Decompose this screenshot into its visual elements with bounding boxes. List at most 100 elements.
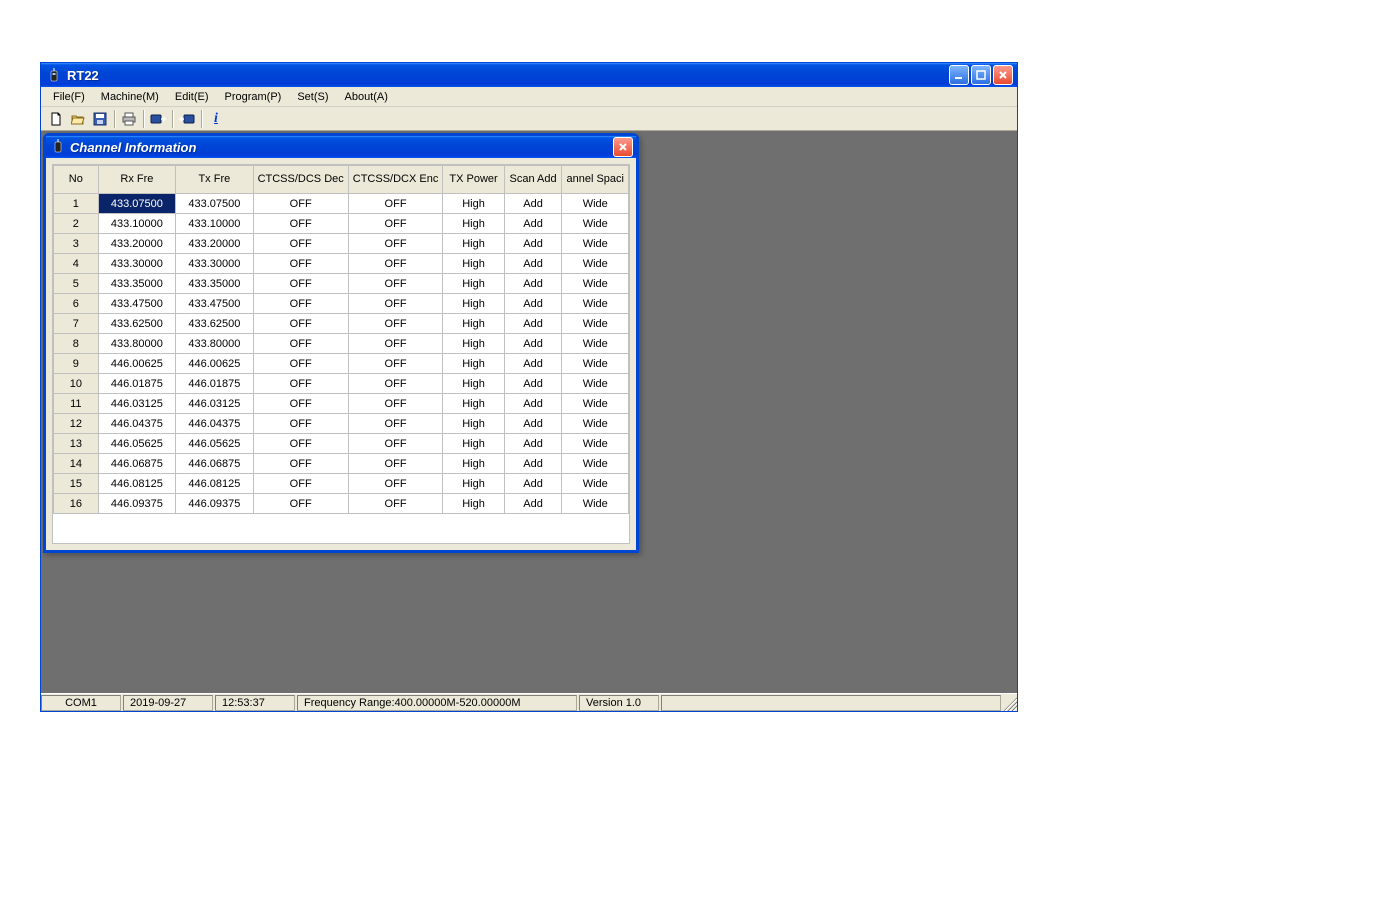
child-title-bar[interactable]: Channel Information <box>46 136 636 158</box>
read-from-radio-icon[interactable] <box>147 109 169 129</box>
cell-rx-fre[interactable]: 446.00625 <box>98 354 175 374</box>
cell-scan-add[interactable]: Add <box>504 254 562 274</box>
cell-channel-spacing[interactable]: Wide <box>562 234 629 254</box>
cell-ctcss-enc[interactable]: OFF <box>348 494 443 514</box>
cell-ctcss-enc[interactable]: OFF <box>348 454 443 474</box>
cell-channel-spacing[interactable]: Wide <box>562 414 629 434</box>
col-header-tx[interactable]: Tx Fre <box>176 166 253 194</box>
menu-set[interactable]: Set(S) <box>289 89 336 105</box>
cell-tx-fre[interactable]: 433.20000 <box>176 234 253 254</box>
row-number[interactable]: 10 <box>54 374 99 394</box>
cell-channel-spacing[interactable]: Wide <box>562 494 629 514</box>
table-row[interactable]: 12446.04375446.04375OFFOFFHighAddWide <box>54 414 629 434</box>
cell-rx-fre[interactable]: 433.35000 <box>98 274 175 294</box>
cell-ctcss-dec[interactable]: OFF <box>253 314 348 334</box>
table-row[interactable]: 1433.07500433.07500OFFOFFHighAddWide <box>54 194 629 214</box>
info-icon[interactable]: i <box>205 109 227 129</box>
cell-channel-spacing[interactable]: Wide <box>562 474 629 494</box>
row-number[interactable]: 7 <box>54 314 99 334</box>
print-icon[interactable] <box>118 109 140 129</box>
cell-tx-power[interactable]: High <box>443 354 504 374</box>
table-row[interactable]: 13446.05625446.05625OFFOFFHighAddWide <box>54 434 629 454</box>
cell-tx-fre[interactable]: 446.04375 <box>176 414 253 434</box>
cell-scan-add[interactable]: Add <box>504 394 562 414</box>
cell-tx-fre[interactable]: 446.05625 <box>176 434 253 454</box>
channel-grid-container[interactable]: No Rx Fre Tx Fre CTCSS/DCS Dec CTCSS/DCX… <box>52 164 630 544</box>
cell-ctcss-dec[interactable]: OFF <box>253 374 348 394</box>
child-close-button[interactable] <box>613 137 633 157</box>
table-row[interactable]: 15446.08125446.08125OFFOFFHighAddWide <box>54 474 629 494</box>
close-button[interactable] <box>993 65 1013 85</box>
cell-ctcss-dec[interactable]: OFF <box>253 294 348 314</box>
table-row[interactable]: 4433.30000433.30000OFFOFFHighAddWide <box>54 254 629 274</box>
cell-ctcss-dec[interactable]: OFF <box>253 234 348 254</box>
minimize-button[interactable] <box>949 65 969 85</box>
cell-tx-fre[interactable]: 446.08125 <box>176 474 253 494</box>
cell-tx-power[interactable]: High <box>443 474 504 494</box>
cell-tx-fre[interactable]: 446.00625 <box>176 354 253 374</box>
row-number[interactable]: 6 <box>54 294 99 314</box>
row-number[interactable]: 12 <box>54 414 99 434</box>
cell-ctcss-enc[interactable]: OFF <box>348 294 443 314</box>
cell-tx-fre[interactable]: 433.62500 <box>176 314 253 334</box>
menu-edit[interactable]: Edit(E) <box>167 89 217 105</box>
cell-ctcss-dec[interactable]: OFF <box>253 274 348 294</box>
cell-ctcss-dec[interactable]: OFF <box>253 474 348 494</box>
cell-ctcss-enc[interactable]: OFF <box>348 374 443 394</box>
write-to-radio-icon[interactable] <box>176 109 198 129</box>
cell-tx-power[interactable]: High <box>443 234 504 254</box>
table-row[interactable]: 2433.10000433.10000OFFOFFHighAddWide <box>54 214 629 234</box>
row-number[interactable]: 4 <box>54 254 99 274</box>
cell-ctcss-dec[interactable]: OFF <box>253 354 348 374</box>
channel-information-window[interactable]: Channel Information No Rx Fre Tx Fre CTC… <box>43 133 639 553</box>
cell-rx-fre[interactable]: 433.62500 <box>98 314 175 334</box>
cell-tx-fre[interactable]: 433.07500 <box>176 194 253 214</box>
cell-ctcss-dec[interactable]: OFF <box>253 414 348 434</box>
cell-rx-fre[interactable]: 446.09375 <box>98 494 175 514</box>
row-number[interactable]: 9 <box>54 354 99 374</box>
cell-tx-power[interactable]: High <box>443 454 504 474</box>
cell-tx-power[interactable]: High <box>443 274 504 294</box>
menu-machine[interactable]: Machine(M) <box>93 89 167 105</box>
cell-tx-fre[interactable]: 433.10000 <box>176 214 253 234</box>
cell-rx-fre[interactable]: 433.10000 <box>98 214 175 234</box>
cell-rx-fre[interactable]: 433.07500 <box>98 194 175 214</box>
row-number[interactable]: 8 <box>54 334 99 354</box>
table-row[interactable]: 3433.20000433.20000OFFOFFHighAddWide <box>54 234 629 254</box>
new-file-icon[interactable] <box>45 109 67 129</box>
cell-channel-spacing[interactable]: Wide <box>562 454 629 474</box>
cell-tx-fre[interactable]: 433.35000 <box>176 274 253 294</box>
row-number[interactable]: 5 <box>54 274 99 294</box>
cell-tx-power[interactable]: High <box>443 434 504 454</box>
cell-scan-add[interactable]: Add <box>504 274 562 294</box>
cell-tx-fre[interactable]: 433.30000 <box>176 254 253 274</box>
cell-tx-fre[interactable]: 433.80000 <box>176 334 253 354</box>
cell-ctcss-enc[interactable]: OFF <box>348 274 443 294</box>
table-row[interactable]: 8433.80000433.80000OFFOFFHighAddWide <box>54 334 629 354</box>
cell-scan-add[interactable]: Add <box>504 214 562 234</box>
resize-grip-icon[interactable] <box>1003 697 1017 711</box>
title-bar[interactable]: RT22 <box>41 63 1017 87</box>
table-row[interactable]: 7433.62500433.62500OFFOFFHighAddWide <box>54 314 629 334</box>
channel-grid[interactable]: No Rx Fre Tx Fre CTCSS/DCS Dec CTCSS/DCX… <box>53 165 629 514</box>
cell-scan-add[interactable]: Add <box>504 314 562 334</box>
cell-rx-fre[interactable]: 446.04375 <box>98 414 175 434</box>
cell-ctcss-dec[interactable]: OFF <box>253 334 348 354</box>
row-number[interactable]: 15 <box>54 474 99 494</box>
cell-ctcss-enc[interactable]: OFF <box>348 254 443 274</box>
cell-scan-add[interactable]: Add <box>504 334 562 354</box>
maximize-button[interactable] <box>971 65 991 85</box>
cell-channel-spacing[interactable]: Wide <box>562 314 629 334</box>
cell-rx-fre[interactable]: 446.06875 <box>98 454 175 474</box>
cell-channel-spacing[interactable]: Wide <box>562 194 629 214</box>
table-row[interactable]: 11446.03125446.03125OFFOFFHighAddWide <box>54 394 629 414</box>
cell-ctcss-enc[interactable]: OFF <box>348 314 443 334</box>
col-header-no[interactable]: No <box>54 166 99 194</box>
row-number[interactable]: 14 <box>54 454 99 474</box>
cell-tx-power[interactable]: High <box>443 194 504 214</box>
cell-channel-spacing[interactable]: Wide <box>562 214 629 234</box>
cell-tx-power[interactable]: High <box>443 254 504 274</box>
cell-tx-power[interactable]: High <box>443 314 504 334</box>
menu-file[interactable]: File(F) <box>45 89 93 105</box>
cell-scan-add[interactable]: Add <box>504 454 562 474</box>
